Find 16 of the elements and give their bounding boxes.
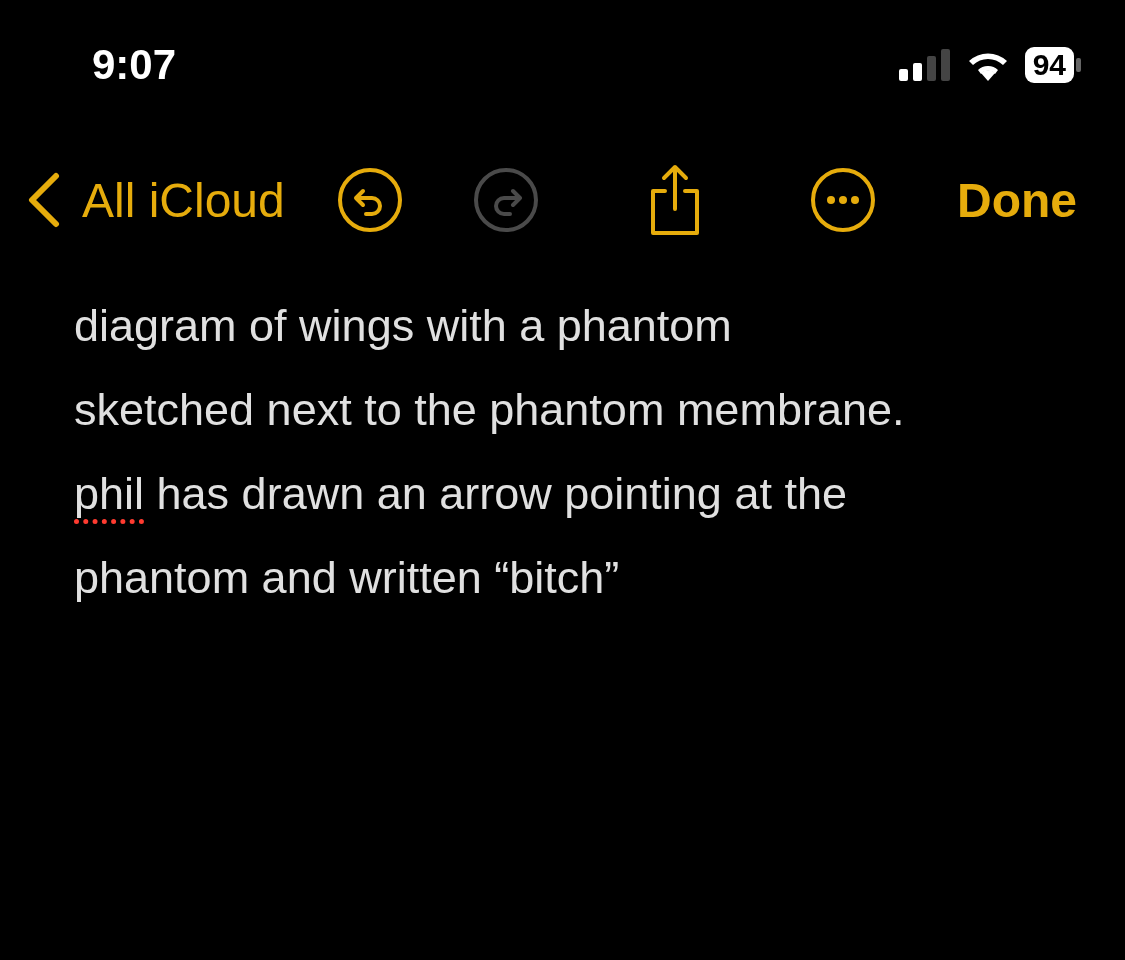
chevron-left-icon bbox=[26, 172, 60, 228]
more-button[interactable] bbox=[809, 167, 876, 233]
undo-button[interactable] bbox=[336, 167, 403, 233]
note-line: diagram of wings with a phantom bbox=[74, 299, 733, 353]
more-icon bbox=[809, 167, 876, 233]
back-button[interactable]: All iCloud bbox=[26, 172, 285, 228]
battery-level: 94 bbox=[1024, 47, 1074, 83]
status-time: 9:07 bbox=[92, 41, 177, 89]
redo-icon bbox=[472, 167, 539, 233]
signal-icon bbox=[898, 49, 951, 81]
battery-cap-icon bbox=[1076, 58, 1081, 72]
done-button[interactable]: Done bbox=[957, 172, 1077, 228]
note-line: phil has drawn an arrow pointing at the bbox=[74, 467, 848, 521]
undo-icon bbox=[336, 167, 403, 233]
note-line: sketched next to the phantom membrane. bbox=[74, 383, 906, 437]
note-line: phantom and written “bitch” bbox=[74, 551, 621, 605]
